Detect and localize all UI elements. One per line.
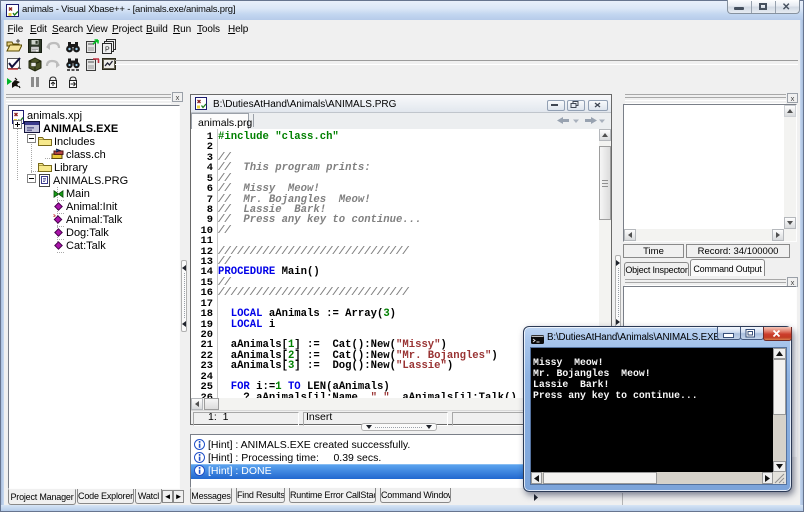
svg-text:P: P: [105, 47, 110, 54]
